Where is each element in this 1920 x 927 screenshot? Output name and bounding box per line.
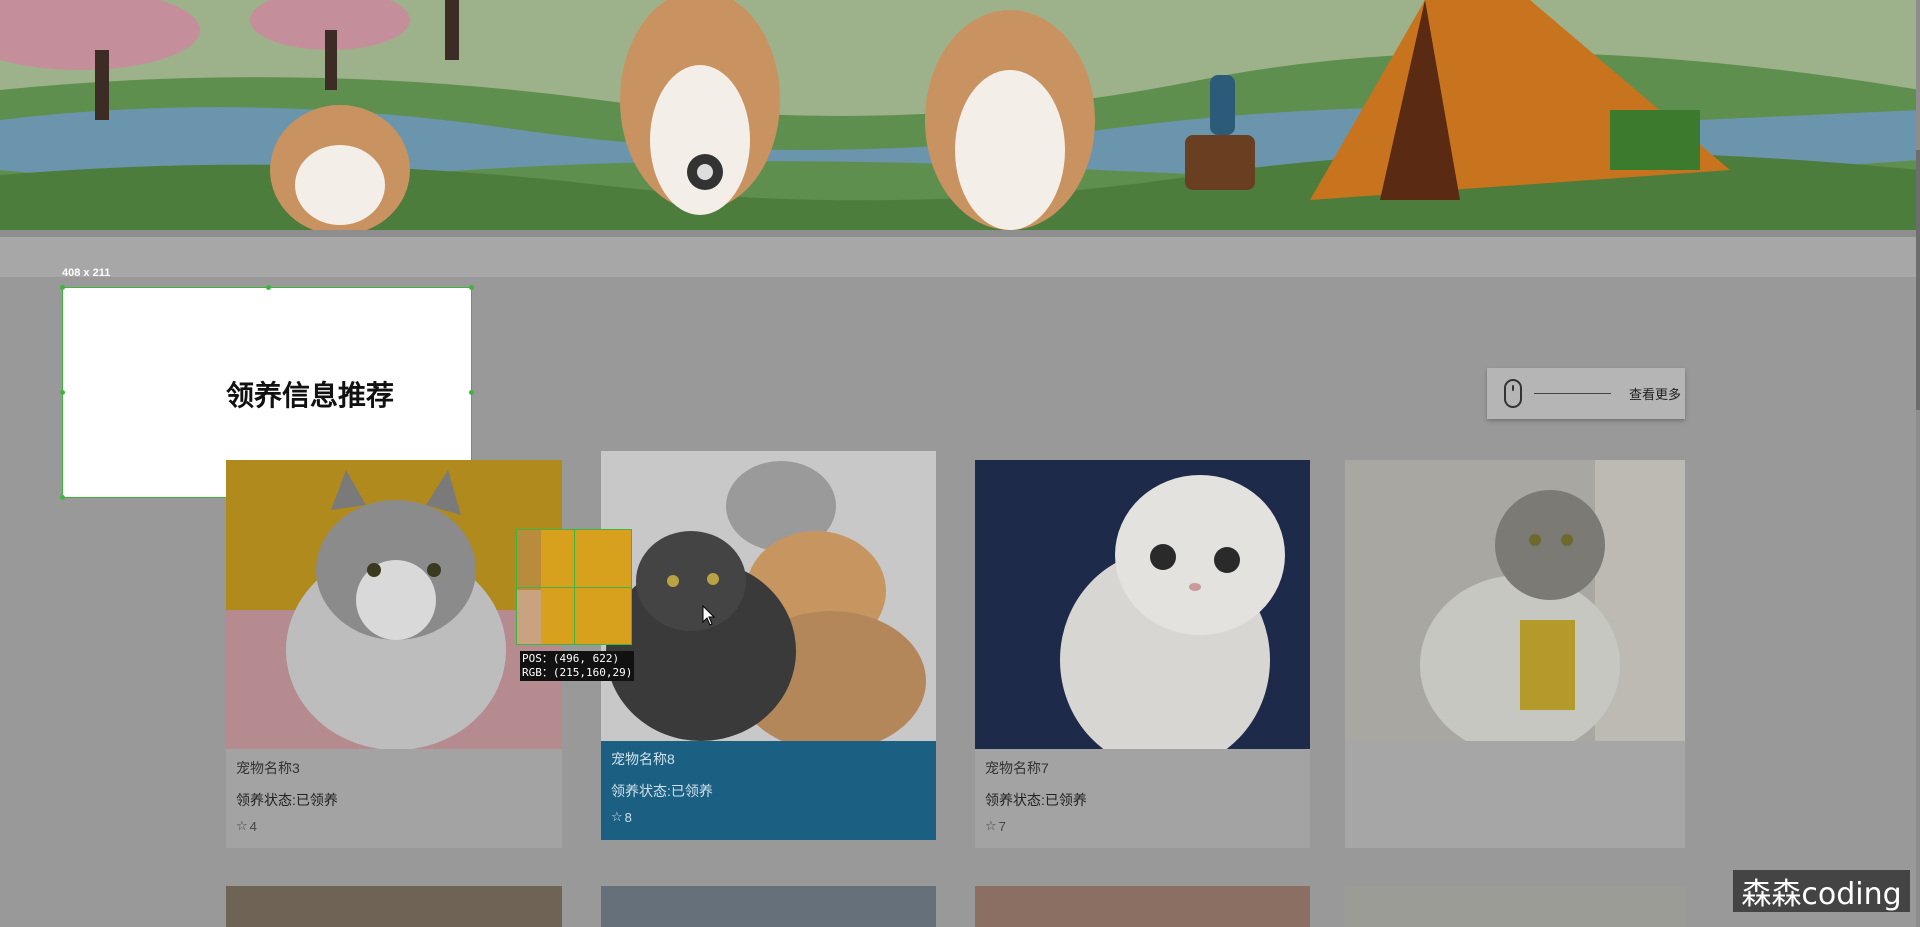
pet-name: 宠物名称3 xyxy=(236,760,300,776)
pet-card[interactable] xyxy=(1345,886,1685,927)
see-more-button[interactable]: 查看更多 xyxy=(1487,368,1685,419)
like-count-value: 4 xyxy=(249,818,257,834)
mouse-icon xyxy=(1504,379,1522,408)
pet-card[interactable] xyxy=(975,886,1310,927)
adoption-status: 领养状态:已领养 xyxy=(236,792,338,808)
banner-art xyxy=(0,0,1920,237)
scrollbar[interactable] xyxy=(1916,0,1920,927)
like-count-value: 7 xyxy=(998,818,1006,834)
star-icon: ☆ xyxy=(985,818,997,833)
pet-photo xyxy=(226,460,562,749)
selection-handle[interactable] xyxy=(60,285,65,290)
mouse-cursor-icon xyxy=(702,605,716,626)
pet-card[interactable]: 宠物名称3 领养状态:已领养 ☆ 4 xyxy=(226,460,562,848)
selection-handle[interactable] xyxy=(60,495,65,500)
adoption-status: 领养状态:已领养 xyxy=(985,792,1087,808)
selection-handle[interactable] xyxy=(60,390,65,395)
section-title: 领养信息推荐 xyxy=(226,379,395,412)
picker-readout: POS：(496, 622) RGB：(215,160,29) xyxy=(520,651,635,681)
loupe-crosshair xyxy=(574,530,575,644)
like-count[interactable]: ☆ 7 xyxy=(985,818,1006,834)
pet-name: 宠物名称8 xyxy=(611,751,675,767)
see-more-label: 查看更多 xyxy=(1629,387,1682,402)
selection-handle[interactable] xyxy=(469,285,474,290)
pet-card[interactable] xyxy=(1345,460,1685,848)
color-picker-loupe xyxy=(516,529,632,645)
like-count[interactable]: ☆ 4 xyxy=(236,818,257,834)
selection-handle[interactable] xyxy=(266,285,271,290)
star-icon: ☆ xyxy=(236,818,248,833)
pet-name: 宠物名称7 xyxy=(985,760,1049,776)
picker-pos: POS：(496, 622) xyxy=(522,652,620,665)
banner-illustration xyxy=(0,0,1920,237)
selection-size-label: 408 x 211 xyxy=(62,267,111,279)
adoption-status: 领养状态:已领养 xyxy=(611,783,713,799)
pet-card[interactable] xyxy=(601,886,936,927)
divider-line xyxy=(1534,393,1611,394)
scrollbar-thumb[interactable] xyxy=(1916,150,1920,410)
pet-photo xyxy=(601,451,936,741)
pet-photo xyxy=(1345,460,1685,741)
banner-spacer xyxy=(0,237,1920,277)
pet-card[interactable]: 宠物名称7 领养状态:已领养 ☆ 7 xyxy=(975,460,1310,848)
like-count-value: 8 xyxy=(624,809,632,825)
watermark: 森森coding xyxy=(1733,870,1910,912)
picker-rgb: RGB：(215,160,29) xyxy=(522,666,633,679)
pet-photo xyxy=(975,460,1310,749)
selection-handle[interactable] xyxy=(469,390,474,395)
like-count[interactable]: ☆ 8 xyxy=(611,809,632,825)
pet-card[interactable] xyxy=(226,886,562,927)
pet-card[interactable]: 宠物名称8 领养状态:已领养 ☆ 8 xyxy=(601,451,936,840)
star-icon: ☆ xyxy=(611,809,623,824)
